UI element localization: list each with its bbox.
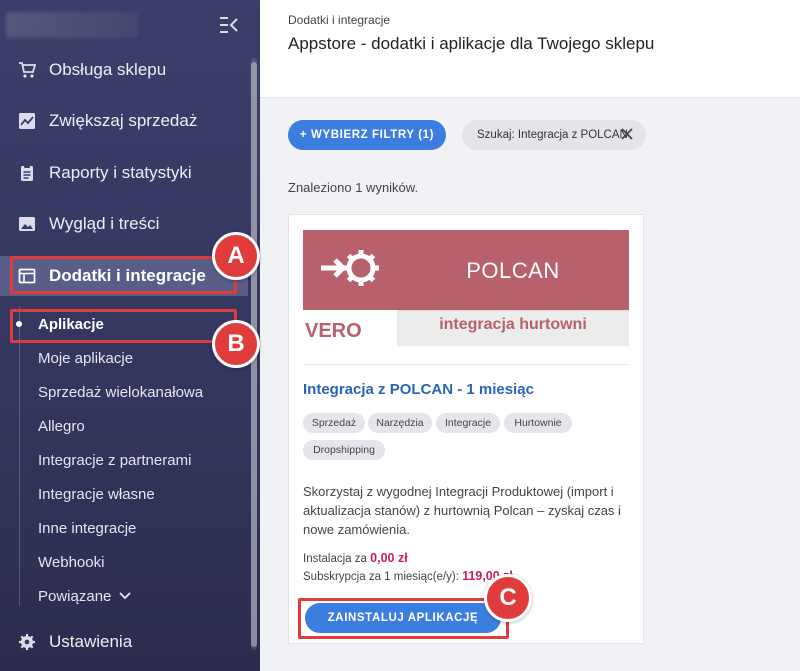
- sidebar-item-label: Wygląd i treści: [49, 214, 160, 233]
- highlight-box-c: [298, 598, 509, 639]
- results-count: Znaleziono 1 wyników.: [288, 180, 419, 195]
- banner-icon-area: [303, 230, 397, 310]
- clipboard-icon: [18, 164, 36, 182]
- choose-filters-button[interactable]: + WYBIERZ FILTRY (1): [288, 120, 446, 150]
- card-divider: [303, 364, 629, 365]
- annotation-badge-a: A: [212, 232, 260, 280]
- subscription-price-label: Subskrypcja za 1 miesiąc(e/y):: [303, 571, 459, 583]
- sidebar-item-zwiekszaj-sprzedaz[interactable]: Zwiększaj sprzedaż: [0, 101, 248, 141]
- sidebar-item-raporty[interactable]: Raporty i statystyki: [0, 153, 248, 193]
- sidebar-item-label: Raporty i statystyki: [49, 163, 192, 182]
- page-title: Appstore - dodatki i aplikacje dla Twoje…: [288, 34, 655, 53]
- highlight-box-b: [10, 309, 237, 343]
- install-price-label: Instalacja za: [303, 553, 367, 565]
- annotation-badge-b: B: [212, 320, 260, 368]
- import-gear-icon: [321, 250, 379, 286]
- cart-icon: [18, 61, 36, 79]
- highlight-box-a: [10, 256, 237, 294]
- install-price-row: Instalacja za 0,00 zł: [303, 551, 408, 565]
- vero-logo: VERO: [305, 320, 362, 342]
- banner-brand: POLCAN: [466, 258, 560, 283]
- submenu-item-moje-aplikacje[interactable]: Moje aplikacje: [38, 345, 133, 371]
- search-chip-label: Szukaj: Integracja z POLCAN: [477, 129, 628, 141]
- sidebar-item-ustawienia[interactable]: Ustawienia: [0, 622, 248, 662]
- submenu-item-webhooki[interactable]: Webhooki: [38, 549, 104, 575]
- tag[interactable]: Integracje: [436, 413, 500, 433]
- submenu-item-label: Powiązane: [38, 587, 112, 605]
- submenu-item-allegro[interactable]: Allegro: [38, 413, 85, 439]
- image-icon: [18, 215, 36, 233]
- submenu-item-integracje-wlasne[interactable]: Integracje własne: [38, 481, 155, 507]
- sidebar-item-obsluga-sklepu[interactable]: Obsługa sklepu: [0, 50, 248, 90]
- tag[interactable]: Hurtownie: [504, 413, 572, 433]
- close-icon[interactable]: [620, 127, 634, 141]
- breadcrumb[interactable]: Dodatki i integracje: [288, 13, 390, 27]
- tag[interactable]: Sprzedaż: [303, 413, 365, 433]
- sidebar-item-label: Ustawienia: [49, 632, 133, 651]
- sidebar-item-wyglad[interactable]: Wygląd i treści: [0, 204, 248, 244]
- collapse-sidebar-icon[interactable]: [217, 14, 241, 36]
- chevron-down-icon: [119, 592, 132, 600]
- submenu-item-powiazane[interactable]: Powiązane: [38, 583, 132, 609]
- annotation-badge-c: C: [484, 574, 532, 622]
- submenu-guide-line: [19, 306, 20, 606]
- gear-icon: [18, 633, 36, 651]
- banner-tagline: integracja hurtowni: [439, 316, 587, 333]
- trend-chart-icon: [18, 112, 36, 130]
- tag[interactable]: Dropshipping: [303, 440, 385, 460]
- sidebar-item-label: Zwiększaj sprzedaż: [49, 111, 198, 130]
- search-filter-chip[interactable]: Szukaj: Integracja z POLCAN: [462, 120, 646, 150]
- tag[interactable]: Narzędzia: [368, 413, 432, 433]
- app-title-link[interactable]: Integracja z POLCAN - 1 miesiąc: [303, 381, 534, 398]
- app-banner-image[interactable]: POLCAN integracja hurtowni VERO: [303, 230, 629, 346]
- store-logo[interactable]: [6, 12, 138, 38]
- install-price-value: 0,00 zł: [370, 551, 408, 565]
- app-description: Skorzystaj z wygodnej Integracji Produkt…: [303, 484, 621, 537]
- submenu-item-integracje-z-partnerami[interactable]: Integracje z partnerami: [38, 447, 191, 473]
- sidebar-item-label: Obsługa sklepu: [49, 60, 167, 79]
- submenu-item-sprzedaz-wielokanalowa[interactable]: Sprzedaż wielokanałowa: [38, 379, 203, 405]
- submenu-item-inne-integracje[interactable]: Inne integracje: [38, 515, 136, 541]
- subscription-price-row: Subskrypcja za 1 miesiąc(e/y): 119,00 zł: [303, 569, 513, 583]
